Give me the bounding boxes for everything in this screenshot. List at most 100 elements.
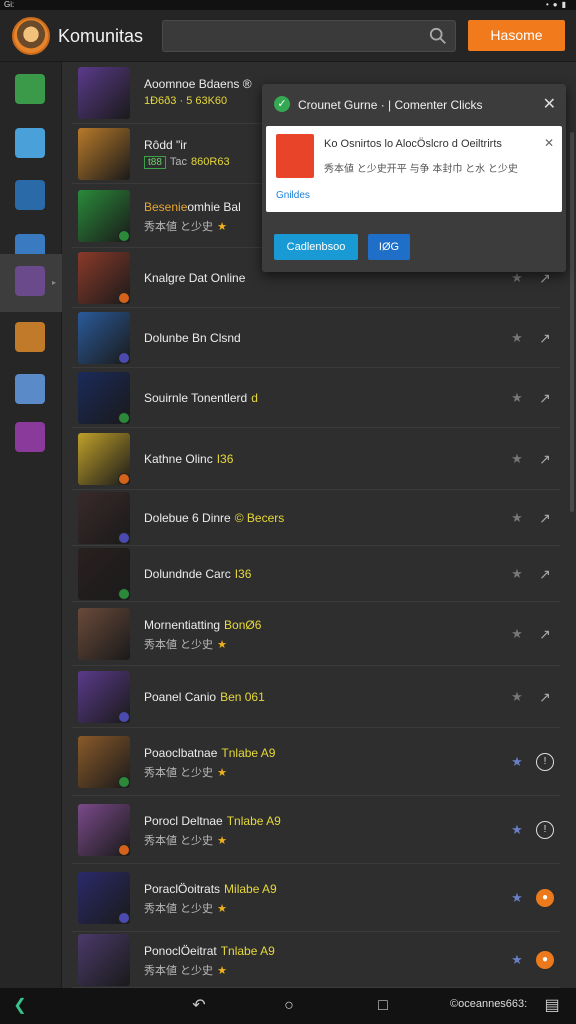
popup-primary-button[interactable]: Cadlenbsoo — [274, 234, 358, 260]
rating-star-icon: ★ — [217, 903, 227, 915]
avatar — [15, 266, 45, 296]
header-action-button[interactable]: Hasome — [468, 20, 565, 51]
item-subtitle: 秀本値 と少史 ★ — [144, 962, 227, 978]
sidebar-item-3[interactable] — [0, 168, 62, 226]
list-item[interactable]: Kathne Olinc I36 ★ ↗ — [72, 428, 560, 490]
list-item[interactable]: Poaoclbatnae Tnlabe A9 秀本値 と少史 ★ ★! — [72, 728, 560, 796]
status-badge — [118, 473, 130, 485]
sidebar-item-6[interactable] — [0, 310, 62, 368]
notification-card[interactable]: Ko Osnirtos lo AlocÖslcro d Oeiltrirts 秀… — [266, 126, 562, 212]
notification-icon[interactable]: ● — [536, 889, 554, 907]
favorite-star-icon[interactable]: ★ — [510, 331, 524, 345]
card-close-icon[interactable]: ✕ — [544, 136, 554, 150]
item-title: Rôdd "ir — [144, 138, 187, 152]
list-item[interactable]: Dolundnde Carc I36 ★ ↗ — [72, 546, 560, 602]
scrollbar[interactable] — [570, 132, 574, 512]
share-icon[interactable]: ↗ — [536, 565, 554, 583]
back-icon[interactable]: ↶ — [188, 996, 210, 1016]
notification-icon[interactable]: ● — [536, 951, 554, 969]
search-input[interactable] — [162, 20, 456, 52]
popup-secondary-button[interactable]: IØG — [368, 234, 410, 260]
rating-star-icon: ★ — [217, 639, 227, 651]
item-title: Dolundnde Carc I36 — [144, 567, 251, 581]
favorite-star-icon[interactable]: ★ — [510, 823, 524, 837]
share-icon[interactable]: ↗ — [536, 329, 554, 347]
sidebar-item-2[interactable] — [0, 116, 62, 174]
share-icon[interactable]: ↗ — [536, 509, 554, 527]
favorite-star-icon[interactable]: ★ — [510, 567, 524, 581]
list-item[interactable]: PoraclÖoitrats Milabe A9 秀本値 と少史 ★ ★ ● — [72, 864, 560, 932]
share-icon[interactable]: ↗ — [536, 688, 554, 706]
back-arrow-icon[interactable]: ❮ — [10, 996, 30, 1016]
status-badge — [118, 352, 130, 364]
avatar — [15, 322, 45, 352]
item-title: Knalgre Dat Online — [144, 271, 245, 285]
status-badge — [118, 844, 130, 856]
favorite-star-icon[interactable]: ★ — [510, 452, 524, 466]
item-title-text: PoraclÖoitrats — [144, 882, 221, 896]
share-icon[interactable]: ↗ — [536, 450, 554, 468]
item-title: PonoclÖeitrat Tnlabe A9 — [144, 944, 275, 958]
item-subtitle: t88 Tac 860R63 — [144, 156, 230, 169]
game-thumbnail[interactable] — [78, 608, 130, 660]
item-title-text: Souirnle Tonentlerd — [144, 391, 248, 405]
game-thumbnail[interactable] — [78, 934, 130, 986]
item-title: Souirnle Tonentlerd d — [144, 391, 258, 405]
info-icon[interactable]: ! — [536, 753, 554, 771]
status-badge — [118, 912, 130, 924]
item-title: Besenieomhie Bal — [144, 200, 241, 214]
share-icon[interactable]: ↗ — [536, 389, 554, 407]
item-title-text: Mornentiatting — [144, 618, 221, 632]
recents-icon[interactable]: □ — [372, 996, 394, 1016]
home-icon[interactable]: ○ — [278, 996, 300, 1016]
item-subtitle-text: 秀本値 と少史 — [144, 903, 214, 915]
favorite-star-icon[interactable]: ★ — [510, 755, 524, 769]
status-bar: Gi: •●▮ — [0, 0, 576, 10]
item-title-text: Knalgre Dat Online — [144, 271, 246, 285]
item-subtitle: 1Ð6ð3 · 5 63K60 — [144, 95, 227, 107]
avatar — [15, 128, 45, 158]
game-thumbnail[interactable] — [78, 128, 130, 180]
favorite-star-icon[interactable]: ★ — [510, 627, 524, 641]
caret-icon: ▸ — [52, 278, 57, 287]
item-title-text: Dolundnde Carc — [144, 567, 231, 581]
favorite-star-icon[interactable]: ★ — [510, 271, 524, 285]
item-title-text: Kathne Olinc — [144, 452, 213, 466]
item-title: Aoomnoe Bdaens ® — [144, 77, 252, 91]
navigation-bar: ❮ ↶ ○ □ ©oceannes663: ▤ — [0, 988, 576, 1024]
popup-title: Crounet Gurne · | Comenter Clicks — [298, 98, 483, 112]
window-icon[interactable]: ▤ — [542, 996, 562, 1016]
item-subtitle-text: 秀本値 と少史 — [144, 835, 214, 847]
card-link[interactable]: Gnildes — [276, 190, 310, 201]
sidebar-item-8[interactable] — [0, 410, 62, 468]
check-icon: ✓ — [274, 96, 290, 112]
favorite-star-icon[interactable]: ★ — [510, 953, 524, 967]
info-icon[interactable]: ! — [536, 821, 554, 839]
search-icon[interactable] — [429, 27, 447, 45]
item-subtitle-text: 秀本値 と少史 — [144, 221, 214, 233]
list-item[interactable]: Poanel Canio Ben 061 ★ ↗ — [72, 666, 560, 728]
favorite-star-icon[interactable]: ★ — [510, 891, 524, 905]
share-icon[interactable]: ↗ — [536, 625, 554, 643]
item-title-text: Poanel Canio — [144, 690, 217, 704]
sidebar-item-5[interactable]: ▸ — [0, 254, 62, 312]
list-item[interactable]: Mornentiatting BonØ6 秀本値 と少史 ★ ★ ↗ — [72, 602, 560, 666]
list-item[interactable]: Souirnle Tonentlerd d ★ ↗ — [72, 368, 560, 428]
sidebar-item-1[interactable] — [0, 62, 62, 120]
favorite-star-icon[interactable]: ★ — [510, 511, 524, 525]
avatar — [15, 74, 45, 104]
close-icon[interactable]: ✕ — [543, 94, 556, 114]
item-title-text: omhie Bal — [187, 200, 241, 214]
app-logo — [12, 17, 50, 55]
list-item[interactable]: Dolebue 6 Dinre © Becers ★ ↗ — [72, 490, 560, 546]
game-thumbnail[interactable] — [78, 67, 130, 119]
item-title-suffix: Tnlabe A9 — [226, 814, 281, 828]
item-subtitle-text: 秀本値 と少史 — [144, 767, 214, 779]
favorite-star-icon[interactable]: ★ — [510, 690, 524, 704]
favorite-star-icon[interactable]: ★ — [510, 391, 524, 405]
list-item[interactable]: Porocl Deltnae Tnlabe A9 秀本値 と少史 ★ ★! — [72, 796, 560, 864]
item-title: PoraclÖoitrats Milabe A9 — [144, 882, 277, 896]
list-item[interactable]: PonoclÖeitrat Tnlabe A9 秀本値 と少史 ★ ★ ● — [72, 932, 560, 988]
item-title-suffix: Ben 061 — [220, 690, 265, 704]
list-item[interactable]: Dolunbe Bn Clsnd ★ ↗ — [72, 308, 560, 368]
